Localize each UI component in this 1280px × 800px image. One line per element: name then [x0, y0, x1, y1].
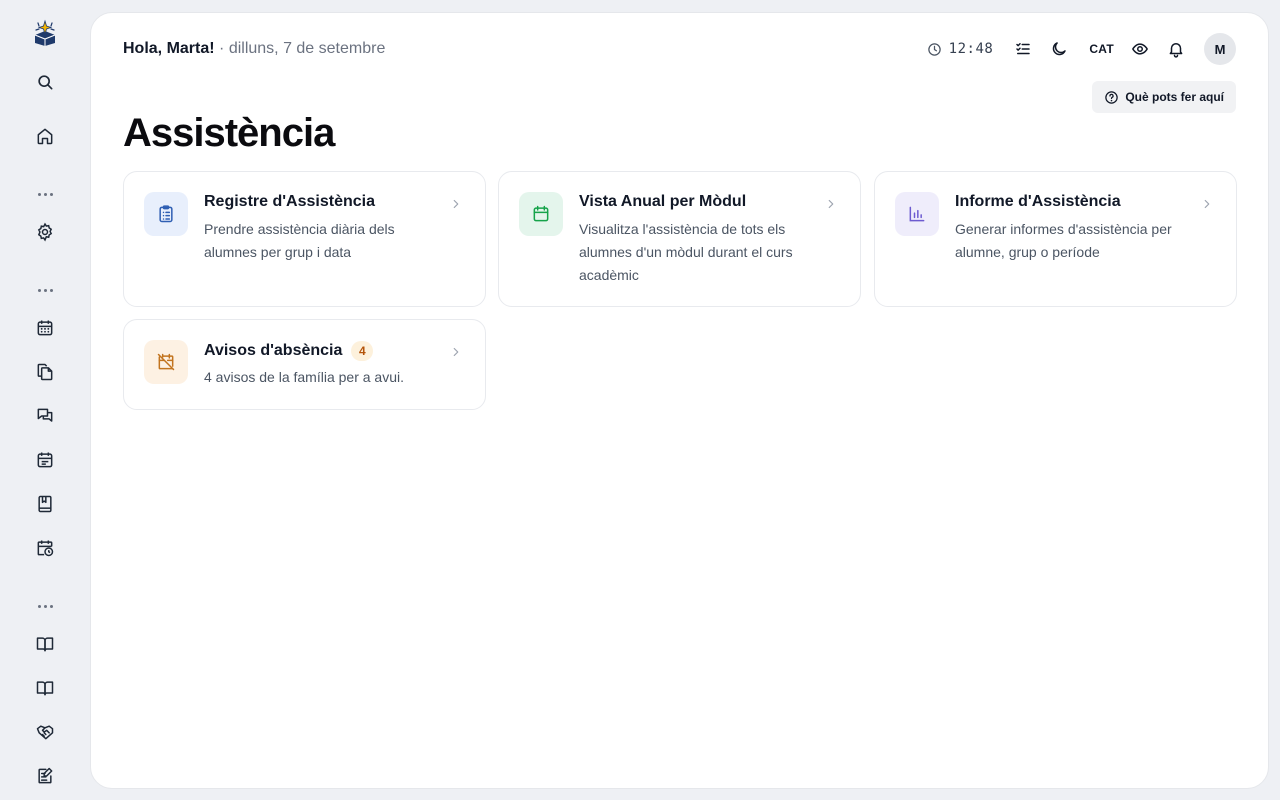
notification-badge: 4 [351, 341, 374, 361]
card-title-text: Avisos d'absència [204, 342, 343, 359]
chevron-right-icon [828, 199, 834, 209]
current-date: dilluns, 7 de setembre [228, 40, 386, 57]
chat-icon[interactable] [33, 404, 57, 428]
sidebar [0, 0, 90, 800]
help-button-label: Què pots fer aquí [1125, 90, 1224, 104]
book-open-icon[interactable] [33, 676, 57, 700]
clock-time: 12:48 [948, 41, 994, 57]
clock-icon [927, 42, 941, 56]
dark-mode-icon[interactable] [1047, 37, 1071, 61]
main-panel: Hola, Marta! · dilluns, 7 de setembre 12… [90, 12, 1269, 789]
bell-icon[interactable] [1164, 37, 1188, 61]
topbar-actions: 12:48 CAT M [927, 33, 1236, 65]
home-icon[interactable] [33, 124, 57, 148]
page-title: Assistència [123, 111, 335, 155]
calendar-clock-icon[interactable] [33, 536, 57, 560]
card-title: Vista Anual per Mòdul [579, 193, 746, 211]
card-title-text: Informe d'Assistència [955, 193, 1121, 210]
more-dots-icon[interactable] [33, 284, 57, 296]
card-title: Registre d'Assistència [204, 193, 375, 211]
chevron-right-icon [453, 199, 459, 209]
help-button[interactable]: Què pots fer aquí [1092, 81, 1236, 113]
calendar-off-icon [144, 340, 188, 384]
chevron-right-icon [1204, 199, 1210, 209]
clipboard-list-icon [144, 192, 188, 236]
card-description: Visualitza l'assistència de tots els alu… [579, 221, 793, 283]
greeting-separator: · [219, 40, 225, 57]
card-description: 4 avisos de la família per a avui. [204, 369, 404, 385]
card-registre-assistencia[interactable]: Registre d'Assistència Prendre assistènc… [123, 171, 486, 307]
card-title-text: Vista Anual per Mòdul [579, 193, 747, 210]
card-title: Informe d'Assistència [955, 193, 1121, 211]
card-title-text: Registre d'Assistència [204, 193, 375, 210]
calendar-list-icon[interactable] [33, 448, 57, 472]
card-avisos-absencia[interactable]: Avisos d'absència 4 4 avisos de la famíl… [123, 319, 486, 410]
search-icon[interactable] [33, 70, 57, 94]
card-vista-anual[interactable]: Vista Anual per Mòdul Visualitza l'assis… [498, 171, 861, 307]
chevron-right-icon [453, 347, 459, 357]
card-informe-assistencia[interactable]: Informe d'Assistència Generar informes d… [874, 171, 1237, 307]
help-circle-icon [1105, 90, 1119, 104]
calendar-grid-icon[interactable] [33, 316, 57, 340]
edit-note-icon[interactable] [33, 764, 57, 788]
clock: 12:48 [927, 41, 994, 57]
files-icon[interactable] [33, 360, 57, 384]
card-description: Prendre assistència diària dels alumnes … [204, 221, 395, 260]
book-open-icon[interactable] [33, 632, 57, 656]
handshake-icon[interactable] [33, 720, 57, 744]
eye-icon[interactable] [1128, 37, 1152, 61]
settings-icon[interactable] [33, 220, 57, 244]
card-description: Generar informes d'assistència per alumn… [955, 221, 1172, 260]
card-title: Avisos d'absència 4 [204, 341, 374, 361]
greeting: Hola, Marta! · dilluns, 7 de setembre [123, 39, 385, 59]
more-dots-icon[interactable] [33, 188, 57, 200]
avatar[interactable]: M [1204, 33, 1236, 65]
more-dots-icon[interactable] [33, 600, 57, 612]
language-selector[interactable]: CAT [1089, 42, 1114, 56]
bar-chart-icon [895, 192, 939, 236]
task-list-icon[interactable] [1011, 37, 1035, 61]
calendar-icon [519, 192, 563, 236]
greeting-name: Hola, Marta! [123, 40, 215, 57]
logo-icon[interactable] [30, 18, 60, 48]
bookmark-book-icon[interactable] [33, 492, 57, 516]
